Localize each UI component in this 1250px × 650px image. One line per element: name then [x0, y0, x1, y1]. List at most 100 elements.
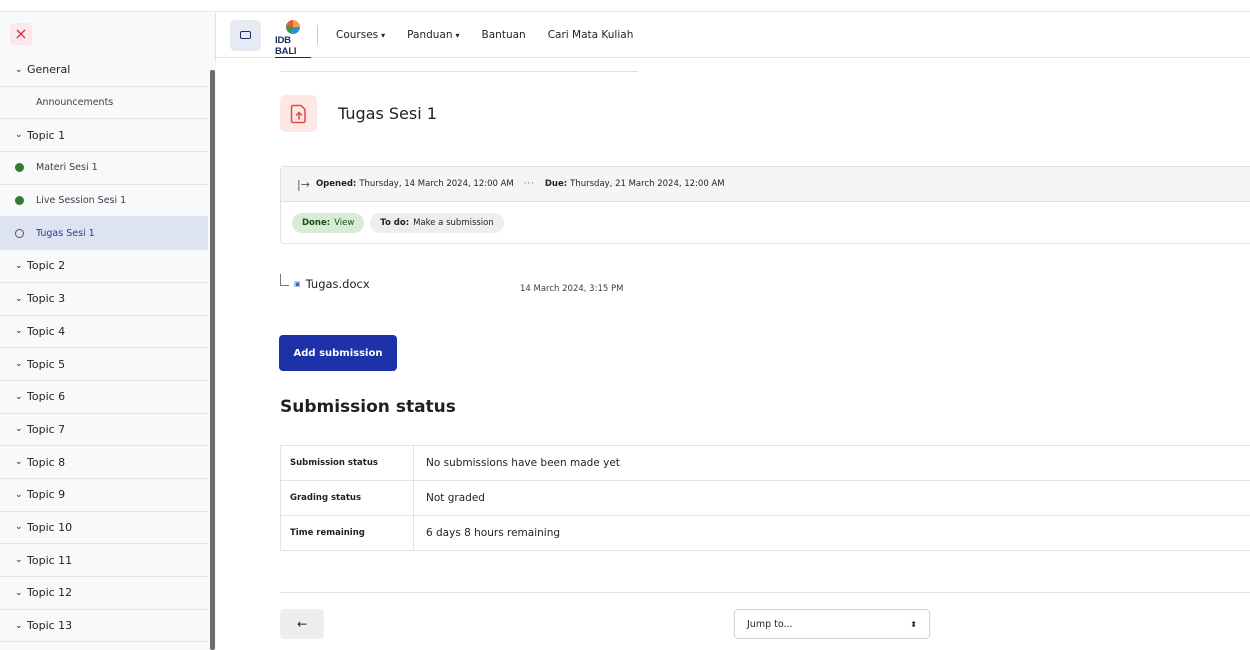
site-logo[interactable]: IDB BALI	[275, 20, 311, 58]
nav-link-courses[interactable]: Courses ▾	[336, 29, 385, 41]
due-date: Thursday, 21 March 2024, 12:00 AM	[570, 179, 725, 189]
chevron-down-icon[interactable]: ⌄	[15, 490, 27, 500]
nav-link-label: Panduan	[407, 29, 453, 41]
nav-link-panduan[interactable]: Panduan ▾	[407, 29, 459, 41]
sidebar-section-topic-6[interactable]: ⌄ Topic 6	[0, 381, 208, 414]
sidebar-item-label: Topic 7	[27, 422, 66, 436]
completion-complete-icon	[15, 196, 24, 206]
top-navbar: IDB BALI Courses ▾ Panduan ▾ Bantuan Cari Mat…	[217, 13, 1250, 58]
chevron-down-icon[interactable]: ⌄	[15, 326, 27, 336]
sidebar-item-label: Live Session Sesi 1	[36, 195, 127, 207]
sidebar-item-label: Topic 4	[27, 324, 66, 338]
sidebar-section-topic-11[interactable]: ⌄ Topic 11	[0, 544, 208, 577]
completion-done-badge: Done: View	[292, 213, 365, 233]
sidebar-item-label: Topic 11	[27, 553, 73, 567]
nav-link-cari-mata-kuliah[interactable]: Cari Mata Kuliah	[548, 29, 634, 41]
nav-link-label: Cari Mata Kuliah	[547, 29, 634, 41]
jump-to-select[interactable]: Jump to... ⬍	[734, 609, 930, 639]
sidebar-item-label: Topic 13	[27, 619, 73, 633]
opened-date: Thursday, 14 March 2024, 12:00 AM	[359, 179, 514, 189]
status-row-value: 6 days 8 hours remaining	[426, 527, 561, 539]
sidebar-section-topic-4[interactable]: ⌄ Topic 4	[0, 316, 208, 349]
logo-mark-icon	[286, 20, 300, 34]
sidebar-item-label: Topic 1	[27, 128, 66, 142]
drawer-scrollbar[interactable]	[208, 62, 216, 650]
activity-dates: |→ Opened: Thursday, 14 March 2024, 12:0…	[281, 167, 1250, 202]
sidebar-item-label: Topic 2	[27, 259, 66, 273]
caret-down-icon: ▾	[381, 31, 386, 40]
chevron-down-icon[interactable]: ⌄	[15, 392, 27, 402]
status-table-row: Grading status Not graded	[280, 480, 1250, 516]
select-updown-icon: ⬍	[910, 619, 917, 629]
chevron-down-icon[interactable]: ⌄	[15, 522, 27, 532]
nav-link-label: Bantuan	[481, 29, 526, 41]
status-row-label: Grading status	[280, 480, 414, 516]
sidebar-item-label: Topic 3	[27, 292, 66, 306]
sidebar-section-topic-8[interactable]: ⌄ Topic 8	[0, 446, 208, 479]
sidebar-item-label: Announcements	[36, 97, 114, 109]
sidebar-item-label: Topic 10	[27, 520, 73, 534]
assignment-icon	[280, 95, 317, 132]
chevron-down-icon[interactable]: ⌄	[15, 457, 27, 467]
chevron-down-icon[interactable]: ⌄	[15, 424, 27, 434]
scrollbar-thumb[interactable]	[210, 70, 215, 650]
opened-arrow-icon: |→	[297, 177, 310, 191]
sidebar-item-label: General	[27, 63, 71, 77]
left-arrow-icon: ←	[296, 617, 308, 631]
status-table-row: Submission status No submissions have bee…	[280, 445, 1250, 481]
sidebar-section-topic-12[interactable]: ⌄ Topic 12	[0, 577, 208, 610]
done-label: Done:	[302, 218, 331, 228]
attachment-link[interactable]: Tugas.docx	[306, 277, 370, 291]
status-row-value: Not graded	[426, 492, 485, 504]
chevron-down-icon[interactable]: ⌄	[15, 294, 27, 304]
drawer-toggle-button[interactable]	[230, 19, 261, 51]
main-content: Tugas Sesi 1 |→ Opened: Thursday, 14 Mar…	[217, 59, 1250, 650]
sidebar-section-topic-5[interactable]: ⌄ Topic 5	[0, 348, 208, 381]
done-value: View	[334, 218, 355, 228]
sidebar-activity-materi-sesi-1[interactable]: Materi Sesi 1	[0, 152, 208, 185]
document-icon: ▣	[294, 280, 301, 288]
status-row-label: Time remaining	[280, 515, 414, 551]
sidebar-section-topic-10[interactable]: ⌄ Topic 10	[0, 512, 208, 545]
add-submission-button[interactable]: Add submission	[279, 335, 397, 371]
sidebar-section-topic-13[interactable]: ⌄ Topic 13	[0, 610, 208, 643]
jump-to-label: Jump to...	[747, 618, 793, 630]
caret-down-icon: ▾	[455, 31, 460, 40]
sidebar-activity-live-session-sesi-1[interactable]: Live Session Sesi 1	[0, 185, 208, 218]
status-table-row: Time remaining 6 days 8 hours remaining	[280, 515, 1250, 551]
chevron-down-icon[interactable]: ⌄	[15, 555, 27, 565]
previous-activity-button[interactable]: ←	[280, 609, 324, 639]
chevron-down-icon[interactable]: ⌄	[15, 261, 27, 271]
submission-status-heading: Submission status	[280, 397, 456, 417]
sidebar-activity-tugas-sesi-1[interactable]: Tugas Sesi 1	[0, 217, 208, 251]
completion-requirements: Done: View To do: Make a submission	[281, 202, 1250, 244]
sidebar-section-topic-7[interactable]: ⌄ Topic 7	[0, 414, 208, 447]
completion-incomplete-icon	[15, 228, 24, 238]
sidebar-toggle-icon	[240, 31, 251, 39]
sidebar-activity-announcements[interactable]: Announcements	[0, 87, 208, 120]
todo-label: To do:	[380, 218, 410, 228]
sidebar-item-label: Topic 9	[27, 488, 66, 502]
opened-label: Opened:	[315, 179, 357, 189]
chevron-down-icon[interactable]: ⌄	[15, 130, 27, 140]
course-index-drawer: × ⌄ General Announcements ⌄ Topic 1 Materi Se…	[0, 13, 216, 650]
top-border	[0, 0, 1250, 12]
chevron-down-icon[interactable]: ⌄	[15, 359, 27, 369]
sidebar-item-label: Topic 5	[27, 357, 66, 371]
chevron-down-icon[interactable]: ⌄	[15, 65, 27, 75]
navbar-divider	[317, 25, 318, 45]
chevron-down-icon[interactable]: ⌄	[15, 588, 27, 598]
chevron-down-icon[interactable]: ⌄	[15, 621, 27, 631]
completion-todo-badge: To do: Make a submission	[370, 213, 504, 233]
attachment-row: ▣ Tugas.docx	[280, 274, 370, 291]
close-drawer-button[interactable]: ×	[10, 22, 32, 45]
sidebar-section-topic-1[interactable]: ⌄ Topic 1	[0, 119, 208, 153]
sidebar-section-topic-2[interactable]: ⌄ Topic 2	[0, 250, 208, 283]
sidebar-section-general[interactable]: ⌄ General	[0, 54, 208, 87]
completion-complete-icon	[15, 163, 24, 173]
nav-link-bantuan[interactable]: Bantuan	[482, 29, 526, 41]
sidebar-section-topic-9[interactable]: ⌄ Topic 9	[0, 479, 208, 512]
sidebar-section-topic-3[interactable]: ⌄ Topic 3	[0, 283, 208, 316]
due-label: Due:	[544, 179, 568, 189]
attachment-date: 14 March 2024, 3:15 PM	[520, 284, 624, 294]
